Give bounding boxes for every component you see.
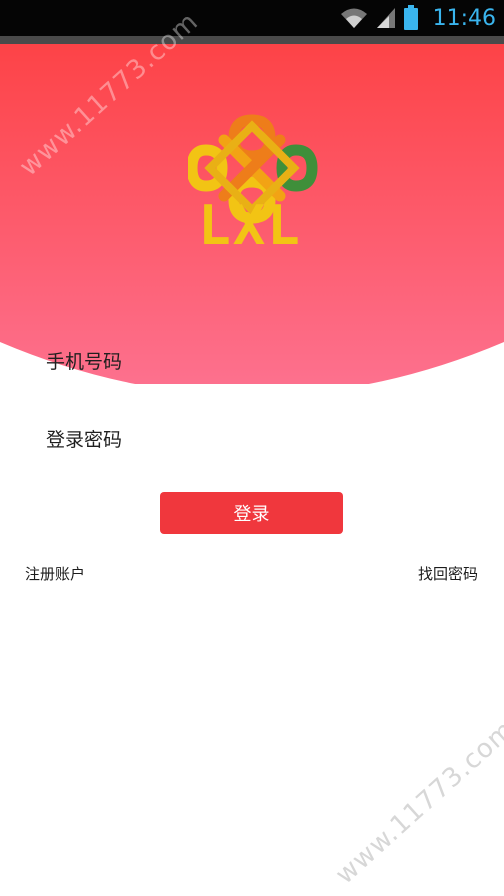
header-strip	[0, 36, 504, 44]
password-field[interactable]	[46, 420, 446, 460]
login-button[interactable]: 登录	[160, 492, 343, 534]
status-bar: 11:46	[0, 0, 504, 36]
forgot-password-link[interactable]: 找回密码	[418, 563, 478, 584]
phone-input[interactable]	[46, 351, 446, 373]
signal-icon	[376, 8, 395, 28]
battery-icon	[403, 5, 418, 30]
logo-text: LXL	[198, 194, 302, 257]
watermark-bottom: www.11773.com	[330, 714, 504, 891]
status-time: 11:46	[432, 5, 496, 31]
password-input[interactable]	[46, 429, 446, 451]
status-icons: 11:46	[339, 3, 496, 33]
register-link[interactable]: 注册账户	[25, 563, 85, 584]
wifi-icon	[340, 8, 367, 28]
phone-field[interactable]	[46, 342, 446, 382]
